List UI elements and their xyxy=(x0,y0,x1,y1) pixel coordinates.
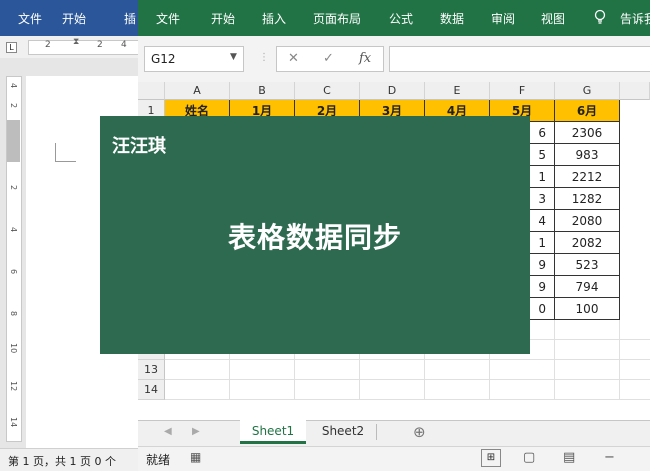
ruler-number: 2 xyxy=(9,185,18,191)
lightbulb-icon[interactable] xyxy=(594,9,606,29)
ruler-number: 12 xyxy=(9,381,18,392)
word-horizontal-ruler[interactable]: 2 ⧗ 2 4 xyxy=(28,37,142,55)
excel-status-bar: 就绪 ▦ ⊞ ▢ ▤ − xyxy=(138,446,650,471)
sheet-tab-sheet1[interactable]: Sheet1 xyxy=(240,420,306,444)
word-tab-file[interactable]: 文件 xyxy=(18,10,42,27)
ruler-number: 8 xyxy=(9,311,18,317)
zoom-out-icon[interactable]: − xyxy=(604,450,615,465)
table-cell[interactable]: 1282 xyxy=(555,188,620,210)
macro-record-icon[interactable]: ▦ xyxy=(190,450,201,464)
ruler-number: 6 xyxy=(9,269,18,275)
sheet-tab-bar: ◀ ▶ ⊕ xyxy=(138,420,650,447)
scroll-left-icon[interactable]: ◀ xyxy=(164,426,172,437)
table-cell[interactable]: 2306 xyxy=(555,122,620,144)
tell-me-search[interactable]: 告诉我 xyxy=(620,10,650,27)
table-cell[interactable]: 794 xyxy=(555,276,620,298)
author-name: 汪汪琪 xyxy=(112,136,166,157)
table-cell[interactable]: 2080 xyxy=(555,210,620,232)
ruler-number: 2 xyxy=(45,40,51,50)
excel-tab-review[interactable]: 审阅 xyxy=(491,10,515,27)
ruler-number: 2 xyxy=(97,40,103,50)
ruler-number: 14 xyxy=(9,417,18,428)
tab-divider xyxy=(376,424,377,440)
sheet-tab-sheet2[interactable]: Sheet2 xyxy=(310,420,376,444)
formula-input[interactable] xyxy=(389,46,650,72)
excel-tab-formulas[interactable]: 公式 xyxy=(389,10,413,27)
tab-stop-selector[interactable]: L xyxy=(6,42,17,53)
table-cell[interactable]: 983 xyxy=(555,144,620,166)
title-card: 汪汪琪 表格数据同步 xyxy=(100,116,530,354)
insert-function-icon[interactable]: fx xyxy=(359,51,371,66)
word-tab-home[interactable]: 开始 xyxy=(62,10,86,27)
ruler-number: 2 xyxy=(9,103,18,109)
status-ready: 就绪 xyxy=(146,453,171,467)
column-header[interactable]: B xyxy=(230,82,295,100)
excel-tab-data[interactable]: 数据 xyxy=(440,10,464,27)
add-sheet-icon[interactable]: ⊕ xyxy=(413,423,426,441)
column-header[interactable]: D xyxy=(360,82,425,100)
confirm-icon[interactable]: ✓ xyxy=(323,51,334,66)
chevron-down-icon[interactable]: ▼ xyxy=(230,52,237,62)
overlay-title: 表格数据同步 xyxy=(227,221,402,254)
excel-tab-view[interactable]: 视图 xyxy=(541,10,565,27)
ruler-margin-shade xyxy=(7,120,20,162)
column-header[interactable]: F xyxy=(490,82,555,100)
word-ribbon: 文件 开始 插 xyxy=(0,0,140,36)
indent-marker-icon[interactable]: ⧗ xyxy=(73,37,79,47)
table-cell[interactable]: 2082 xyxy=(555,232,620,254)
table-cell[interactable]: 100 xyxy=(555,298,620,320)
column-header[interactable]: E xyxy=(425,82,490,100)
ruler-number: 4 xyxy=(9,83,18,89)
drag-handle-icon[interactable]: ⋮ xyxy=(259,52,269,63)
word-status-bar: 第 1 页，共 1 页 0 个 xyxy=(0,448,140,471)
excel-tab-file[interactable]: 文件 xyxy=(156,10,180,27)
word-page-count: 第 1 页，共 1 页 0 个 xyxy=(8,455,116,468)
page-layout-view-icon[interactable]: ▢ xyxy=(523,450,535,465)
scroll-right-icon[interactable]: ▶ xyxy=(192,426,200,437)
column-header[interactable] xyxy=(620,82,650,100)
header-cell[interactable]: 6月 xyxy=(555,100,620,122)
excel-ribbon: 文件 开始 插入 页面布局 公式 数据 审阅 视图 告诉我 xyxy=(138,0,650,36)
column-header[interactable]: C xyxy=(295,82,360,100)
ruler-number: 4 xyxy=(9,227,18,233)
excel-tab-insert[interactable]: 插入 xyxy=(262,10,286,27)
ruler-number: 4 xyxy=(121,40,127,50)
cancel-icon[interactable]: ✕ xyxy=(288,51,299,66)
table-cell[interactable]: 2212 xyxy=(555,166,620,188)
select-all-corner[interactable] xyxy=(138,82,165,100)
page-break-view-icon[interactable]: ▤ xyxy=(563,450,575,465)
excel-tab-page-layout[interactable]: 页面布局 xyxy=(313,10,361,27)
column-header[interactable]: G xyxy=(555,82,620,100)
table-cell[interactable]: 523 xyxy=(555,254,620,276)
row-header[interactable]: 13 xyxy=(138,360,165,380)
column-header[interactable]: A xyxy=(165,82,230,100)
margin-corner-mark xyxy=(55,143,76,162)
ruler-number: 10 xyxy=(9,343,18,354)
excel-tab-home[interactable]: 开始 xyxy=(211,10,235,27)
row-header[interactable]: 14 xyxy=(138,380,165,400)
name-box-value: G12 xyxy=(151,52,176,66)
normal-view-icon[interactable]: ⊞ xyxy=(481,449,501,467)
word-tab-insert[interactable]: 插 xyxy=(124,10,136,27)
